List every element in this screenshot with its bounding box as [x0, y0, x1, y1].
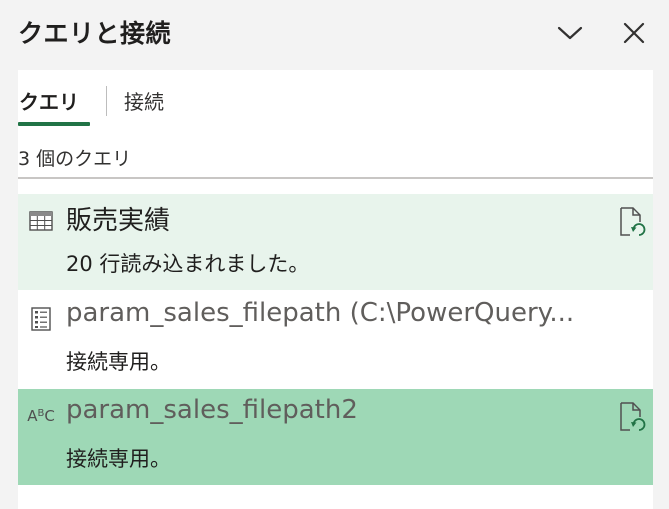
- text-type-icon: ABC: [27, 406, 55, 425]
- queries-panel: クエリ 接続 3 個のクエリ 販売実績 20 行読み込まれました。 param_…: [18, 70, 653, 509]
- query-item-sales-results[interactable]: 販売実績 20 行読み込まれました。: [18, 194, 653, 290]
- divider: [18, 177, 653, 179]
- refresh-document-icon[interactable]: [618, 401, 646, 433]
- tab-bar: クエリ 接続: [18, 70, 653, 130]
- query-status: 接続専用。: [66, 447, 171, 471]
- close-pane-button[interactable]: [617, 16, 651, 50]
- query-name: param_sales_filepath2: [66, 395, 358, 425]
- query-status: 接続専用。: [66, 350, 171, 374]
- collapse-pane-button[interactable]: [553, 16, 587, 50]
- query-status: 20 行読み込まれました。: [66, 252, 310, 276]
- query-item-param-sales-filepath2[interactable]: ABC param_sales_filepath2 接続専用。: [18, 389, 653, 485]
- query-item-param-sales-filepath[interactable]: param_sales_filepath (C:\PowerQuery... 接…: [18, 292, 653, 388]
- tab-queries[interactable]: クエリ: [19, 86, 79, 115]
- query-name: 販売実績: [66, 206, 171, 236]
- tab-connections[interactable]: 接続: [124, 86, 164, 115]
- parameter-list-icon: [28, 306, 54, 332]
- query-count-label: 3 個のクエリ: [18, 148, 132, 170]
- table-icon: [28, 208, 54, 234]
- pane-title: クエリと接続: [18, 19, 172, 48]
- refresh-document-icon[interactable]: [618, 206, 646, 238]
- close-icon: [623, 22, 645, 44]
- active-tab-indicator: [18, 122, 90, 126]
- chevron-down-icon: [557, 26, 583, 40]
- query-name: param_sales_filepath (C:\PowerQuery...: [66, 298, 575, 328]
- tab-separator: [106, 86, 107, 116]
